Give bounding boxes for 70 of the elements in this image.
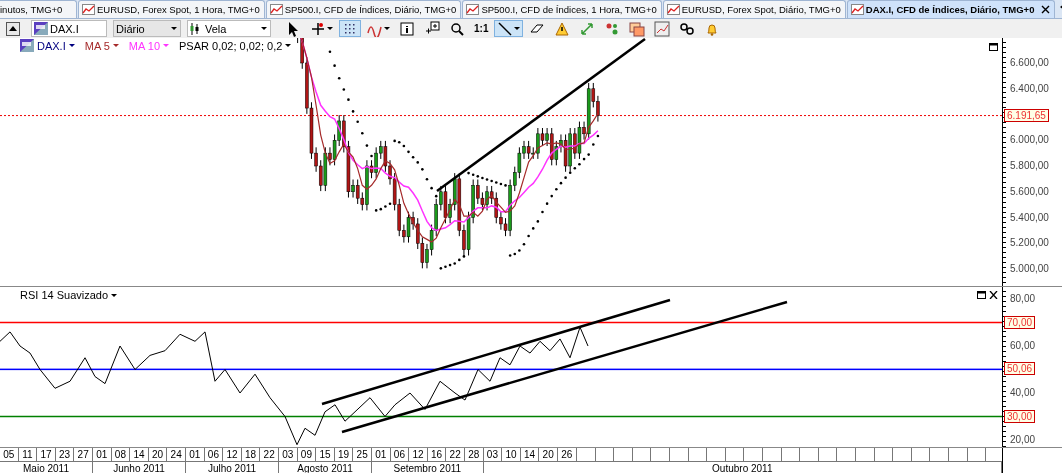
cfd-icon	[20, 39, 34, 52]
axis-label: 5.200,00	[1010, 237, 1049, 249]
arrows-icon	[579, 20, 596, 37]
month-label: Setembro 2011	[372, 462, 484, 473]
axis-label: 5.000,00	[1010, 263, 1049, 274]
axis-label: 20,00	[1010, 434, 1036, 445]
chart-icon	[466, 4, 480, 15]
info-icon	[399, 20, 415, 37]
month-label: Maio 2011	[0, 462, 93, 473]
triangle-up-icon	[9, 26, 17, 31]
symbol-field[interactable]: DAX.I	[31, 20, 107, 37]
warning-icon	[554, 20, 571, 37]
period-select[interactable]: Diário	[113, 20, 181, 37]
axis-label: 6.000,00	[1010, 134, 1049, 146]
month-label: Outubro 2011	[483, 462, 1002, 473]
chart-icon	[82, 4, 95, 15]
cfd-icon	[34, 22, 48, 35]
caret-icon	[384, 27, 390, 30]
indicator-menu[interactable]: PSAR 0,02; 0,02; 0,2	[179, 39, 292, 52]
level-label: 50,06	[1004, 362, 1036, 376]
zoom-icon	[449, 20, 465, 37]
chart-tab[interactable]: EURUSD, Forex Spot, 1 Hora, TMG+0	[78, 0, 265, 18]
actual-size-button[interactable]: 1:1	[471, 20, 492, 37]
close-icon[interactable]	[989, 291, 998, 299]
axis-label: 80,00	[1010, 293, 1036, 304]
add-panel-icon	[424, 20, 440, 37]
chart-type-select[interactable]: Vela	[187, 20, 271, 37]
chart-tab[interactable]: SP500.I, CFD de Índices, 1 Hora, TMG+0	[462, 0, 662, 18]
tool-button[interactable]	[339, 20, 361, 37]
collapse-button[interactable]	[6, 21, 20, 36]
axis-label: 40,00	[1010, 387, 1036, 398]
maximize-icon[interactable]	[977, 291, 986, 299]
axis-label: 60,00	[1010, 340, 1036, 351]
chart-tab[interactable]: inutos, TMG+0	[0, 0, 77, 18]
indicator-menu[interactable]: DAX.I	[20, 39, 75, 52]
maximize-icon[interactable]	[989, 43, 998, 51]
last-price-label: 6.191,65	[1004, 108, 1049, 122]
level-label: 70,00	[1004, 315, 1036, 329]
chart-icon	[269, 4, 283, 15]
caret-icon	[112, 44, 119, 47]
level-label: 30,00	[1004, 409, 1036, 423]
caret-icon	[327, 27, 333, 30]
caret-icon	[261, 26, 268, 31]
chart-tab[interactable]: EURUSD, Forex Spot, Diário, TMG+0	[662, 0, 846, 18]
chart-icon	[666, 4, 680, 15]
candlestick-icon	[190, 22, 199, 35]
caret-icon	[285, 44, 292, 47]
axis-label: 6.400,00	[1010, 82, 1049, 94]
indicator-menu[interactable]: RSI 14 Suavizado	[20, 289, 118, 301]
chart-tab[interactable]: DAX.I, CFD de Índices, Diário, TMG+0	[846, 0, 1056, 18]
caret-icon	[68, 44, 75, 47]
tool-button[interactable]	[494, 20, 524, 37]
indicator-menu[interactable]: MA 5	[84, 39, 119, 52]
caret-icon	[171, 26, 178, 31]
line-icon	[497, 20, 514, 37]
crosshair-icon	[310, 20, 326, 37]
chart-tab[interactable]: SP500.I, CFD de Índices, Diário, TMG+0	[265, 0, 462, 18]
month-label: Julho 2011	[186, 462, 279, 473]
axis-label: 6.600,00	[1010, 57, 1049, 68]
caret-icon	[163, 44, 169, 47]
windows-icon	[629, 20, 646, 37]
axis-label: 5.800,00	[1010, 160, 1049, 171]
axis-label: 5.600,00	[1010, 185, 1049, 197]
axis-label: 5.400,00	[1010, 211, 1049, 223]
month-label: Junho 2011	[93, 462, 186, 473]
caret-icon	[111, 293, 118, 297]
chart-icon	[850, 4, 864, 15]
close-icon[interactable]	[1041, 5, 1051, 14]
caret-icon	[514, 27, 521, 30]
link-icon	[679, 20, 696, 37]
